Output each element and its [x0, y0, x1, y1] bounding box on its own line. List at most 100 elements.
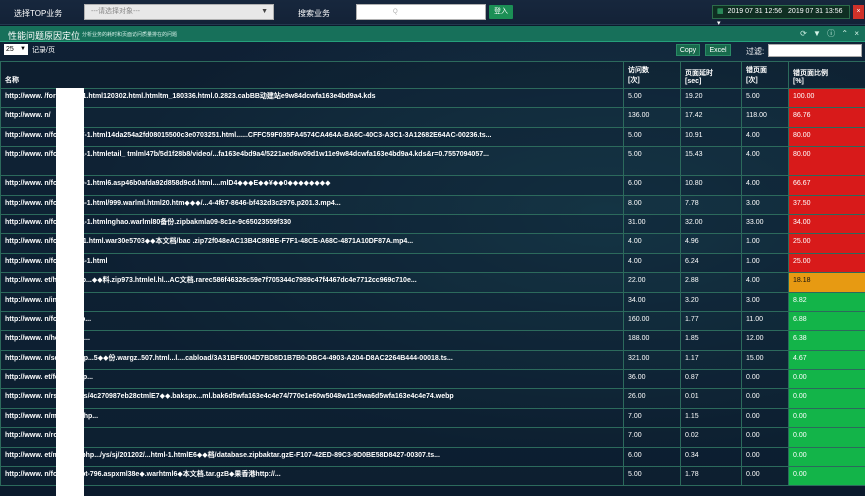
column-header-visits[interactable]: 访问数 [次] — [623, 61, 681, 89]
page-size-value: 25 — [6, 46, 14, 53]
cell-delay: 10.80 — [680, 175, 742, 196]
cell-visits: 26.00 — [623, 388, 681, 409]
panel-header-icons: ⟳ ▼ ⓘ ⌃ × — [796, 28, 859, 39]
table-row[interactable]: http://www. et/forum.php... 36.00 0.87 0.00… — [0, 369, 865, 390]
cell-name: http://www. n/forum-33-1.html.war30e5703… — [0, 233, 624, 254]
cell-visits: 6.00 — [623, 446, 681, 468]
time-end: 2019 07 31 13:56 — [788, 8, 843, 15]
table-row[interactable]: http://www. n/forum-231-1.htmletail_ tml… — [0, 146, 865, 177]
cell-errors: 0.00 — [741, 466, 789, 487]
table-row[interactable]: http://www. /forum-131-1.html120302.html… — [0, 87, 865, 109]
go-button[interactable]: 登入 — [489, 5, 513, 19]
chevron-down-icon: ▼ — [261, 8, 268, 15]
cell-name: http://www. n/ — [0, 107, 624, 128]
column-header-errors[interactable]: 错页面 [次] — [741, 61, 789, 89]
close-panel-icon[interactable]: × — [854, 29, 859, 38]
table-row[interactable]: http://www. n/forum-525-1.html/999.warlm… — [0, 194, 865, 215]
cell-delay: 2.88 — [680, 272, 742, 293]
table-row[interactable]: http://www. n/forum-240-1.html6.asp46b0a… — [0, 175, 865, 196]
table-row[interactable]: http://www. n/rss.php...ls/4c270987eb28c… — [0, 388, 865, 409]
cell-visits: 22.00 — [623, 272, 681, 293]
table-row[interactable]: http://www. n/forum-251-1.htmlnghao.warl… — [0, 213, 865, 235]
cell-visits: 5.00 — [623, 87, 681, 109]
cell-ratio: 80.00 — [788, 126, 865, 148]
info-icon[interactable]: ⓘ — [827, 29, 835, 38]
business-select[interactable]: ---请选择对象--- ▼ — [84, 4, 274, 20]
search-input[interactable]: Q — [356, 4, 486, 20]
cell-delay: 1.78 — [680, 466, 742, 487]
cell-delay: 1.17 — [680, 349, 742, 371]
filter-input[interactable] — [768, 44, 862, 57]
excel-button[interactable]: Excel — [705, 44, 731, 56]
panel-subtitle: 分析业务的耗时和页面访问质量排在的问题 — [82, 32, 178, 38]
cell-errors: 5.00 — [741, 87, 789, 109]
cell-delay: 0.87 — [680, 369, 742, 390]
search-hint: Q — [393, 9, 398, 15]
cell-errors: 0.00 — [741, 388, 789, 409]
collapse-icon[interactable]: ⌃ — [841, 29, 848, 38]
cell-errors: 0.00 — [741, 446, 789, 468]
cell-name: http://www. et/member.php.../ys/sj/20120… — [0, 446, 624, 468]
column-header-name[interactable]: 名称 — [0, 61, 624, 89]
table-row[interactable]: http://www. et/member.php.../ys/sj/20120… — [0, 446, 865, 468]
cell-delay: 19.20 — [680, 87, 742, 109]
cell-name: http://www. n/forum.php... — [0, 310, 624, 332]
table-row[interactable]: http://www. n/forum-477-1.html14da254a2f… — [0, 126, 865, 148]
cell-name: http://www. n/forum.phpt-796.aspxml38e◆.… — [0, 466, 624, 487]
cell-ratio: 86.76 — [788, 107, 865, 128]
cell-delay: 0.02 — [680, 427, 742, 448]
column-header-ratio[interactable]: 错页面比例 [%] — [788, 61, 865, 89]
filter-label: 过滤: — [746, 47, 765, 56]
calendar-icon: ▦ — [717, 8, 724, 15]
table-row[interactable]: http://www. n/forum.phpt-796.aspxml38e◆.… — [0, 466, 865, 487]
cell-errors: 1.00 — [741, 252, 789, 274]
table-row[interactable]: http://www. n/136.00 17.42 118.00 86.76 — [0, 107, 865, 128]
cell-delay: 4.96 — [680, 233, 742, 254]
cell-errors: 0.00 — [741, 427, 789, 448]
cell-delay: 15.43 — [680, 146, 742, 177]
table-row[interactable]: http://www. n/forum-33-1.html.war30e5703… — [0, 233, 865, 254]
cell-errors: 15.00 — [741, 349, 789, 371]
cell-name: http://www. n/forum-477-1.html14da254a2f… — [0, 126, 624, 148]
time-range-picker[interactable]: ▦ 2019 07 31 12:56 2019 07 31 13:56 ▾ — [712, 5, 850, 27]
cell-errors: 12.00 — [741, 330, 789, 351]
business-select-value: ---请选择对象--- — [91, 8, 140, 15]
cell-ratio: 0.00 — [788, 388, 865, 409]
table-row[interactable]: http://www. et/home.php...◆◆料.zip973.htm… — [0, 272, 865, 293]
copy-button[interactable]: Copy — [676, 44, 700, 56]
page-size-select[interactable]: 25 ▼ — [4, 44, 28, 55]
table-row[interactable]: http://www. n/forum-388-1.html4.006.241.… — [0, 252, 865, 274]
close-button[interactable]: × — [853, 5, 864, 19]
performance-table: 名称 访问数 [次] 页面延时 [sec] 错页面 [次] 错页面比例 [%] http… — [0, 61, 865, 487]
filter-icon[interactable]: ▼ — [813, 29, 821, 38]
cell-ratio: 0.00 — [788, 427, 865, 448]
cell-name: http://www. et/forum.php... — [0, 369, 624, 390]
cell-visits: 34.00 — [623, 291, 681, 312]
cell-ratio: 37.50 — [788, 194, 865, 215]
cell-delay: 1.77 — [680, 310, 742, 332]
cell-visits: 6.00 — [623, 175, 681, 196]
cell-ratio: 0.00 — [788, 446, 865, 468]
column-header-delay[interactable]: 页面延时 [sec] — [680, 61, 742, 89]
cell-name: http://www. n/index.php — [0, 291, 624, 312]
table-row[interactable]: http://www. n/member.php... 7.00 1.15 0.00 0… — [0, 407, 865, 429]
cell-name: http://www. n/home.php... — [0, 330, 624, 351]
cell-name: http://www. n/rss.php...ls/4c270987eb28c… — [0, 388, 624, 409]
cell-name: http://www. n/forum-251-1.htmlnghao.warl… — [0, 213, 624, 235]
cell-name: http://www. n/forum-231-1.htmletail_ tml… — [0, 146, 624, 177]
table-row[interactable]: http://www. n/home.php... 188.00 1.85 12.00… — [0, 330, 865, 351]
cell-ratio: 100.00 — [788, 87, 865, 109]
cell-errors: 3.00 — [741, 291, 789, 312]
cell-visits: 31.00 — [623, 213, 681, 235]
refresh-icon[interactable]: ⟳ — [800, 29, 807, 38]
cell-ratio: 0.00 — [788, 407, 865, 429]
cell-visits: 5.00 — [623, 146, 681, 177]
cell-ratio: 4.67 — [788, 349, 865, 371]
table-row[interactable]: http://www. n/forum.php... 160.00 1.77 11.0… — [0, 310, 865, 332]
table-row[interactable]: http://www. n/search.php...5◆◆份.wargz..5… — [0, 349, 865, 371]
cell-delay: 6.24 — [680, 252, 742, 274]
table-row[interactable]: http://www. n/index.php 34.00 3.20 3.00 8.82 — [0, 291, 865, 312]
cell-name: http://www. n/forum-525-1.html/999.warlm… — [0, 194, 624, 215]
cell-errors: 4.00 — [741, 126, 789, 148]
table-row[interactable]: http://www. n/robots.txt 7.00 0.02 0.00 0.00 — [0, 427, 865, 448]
